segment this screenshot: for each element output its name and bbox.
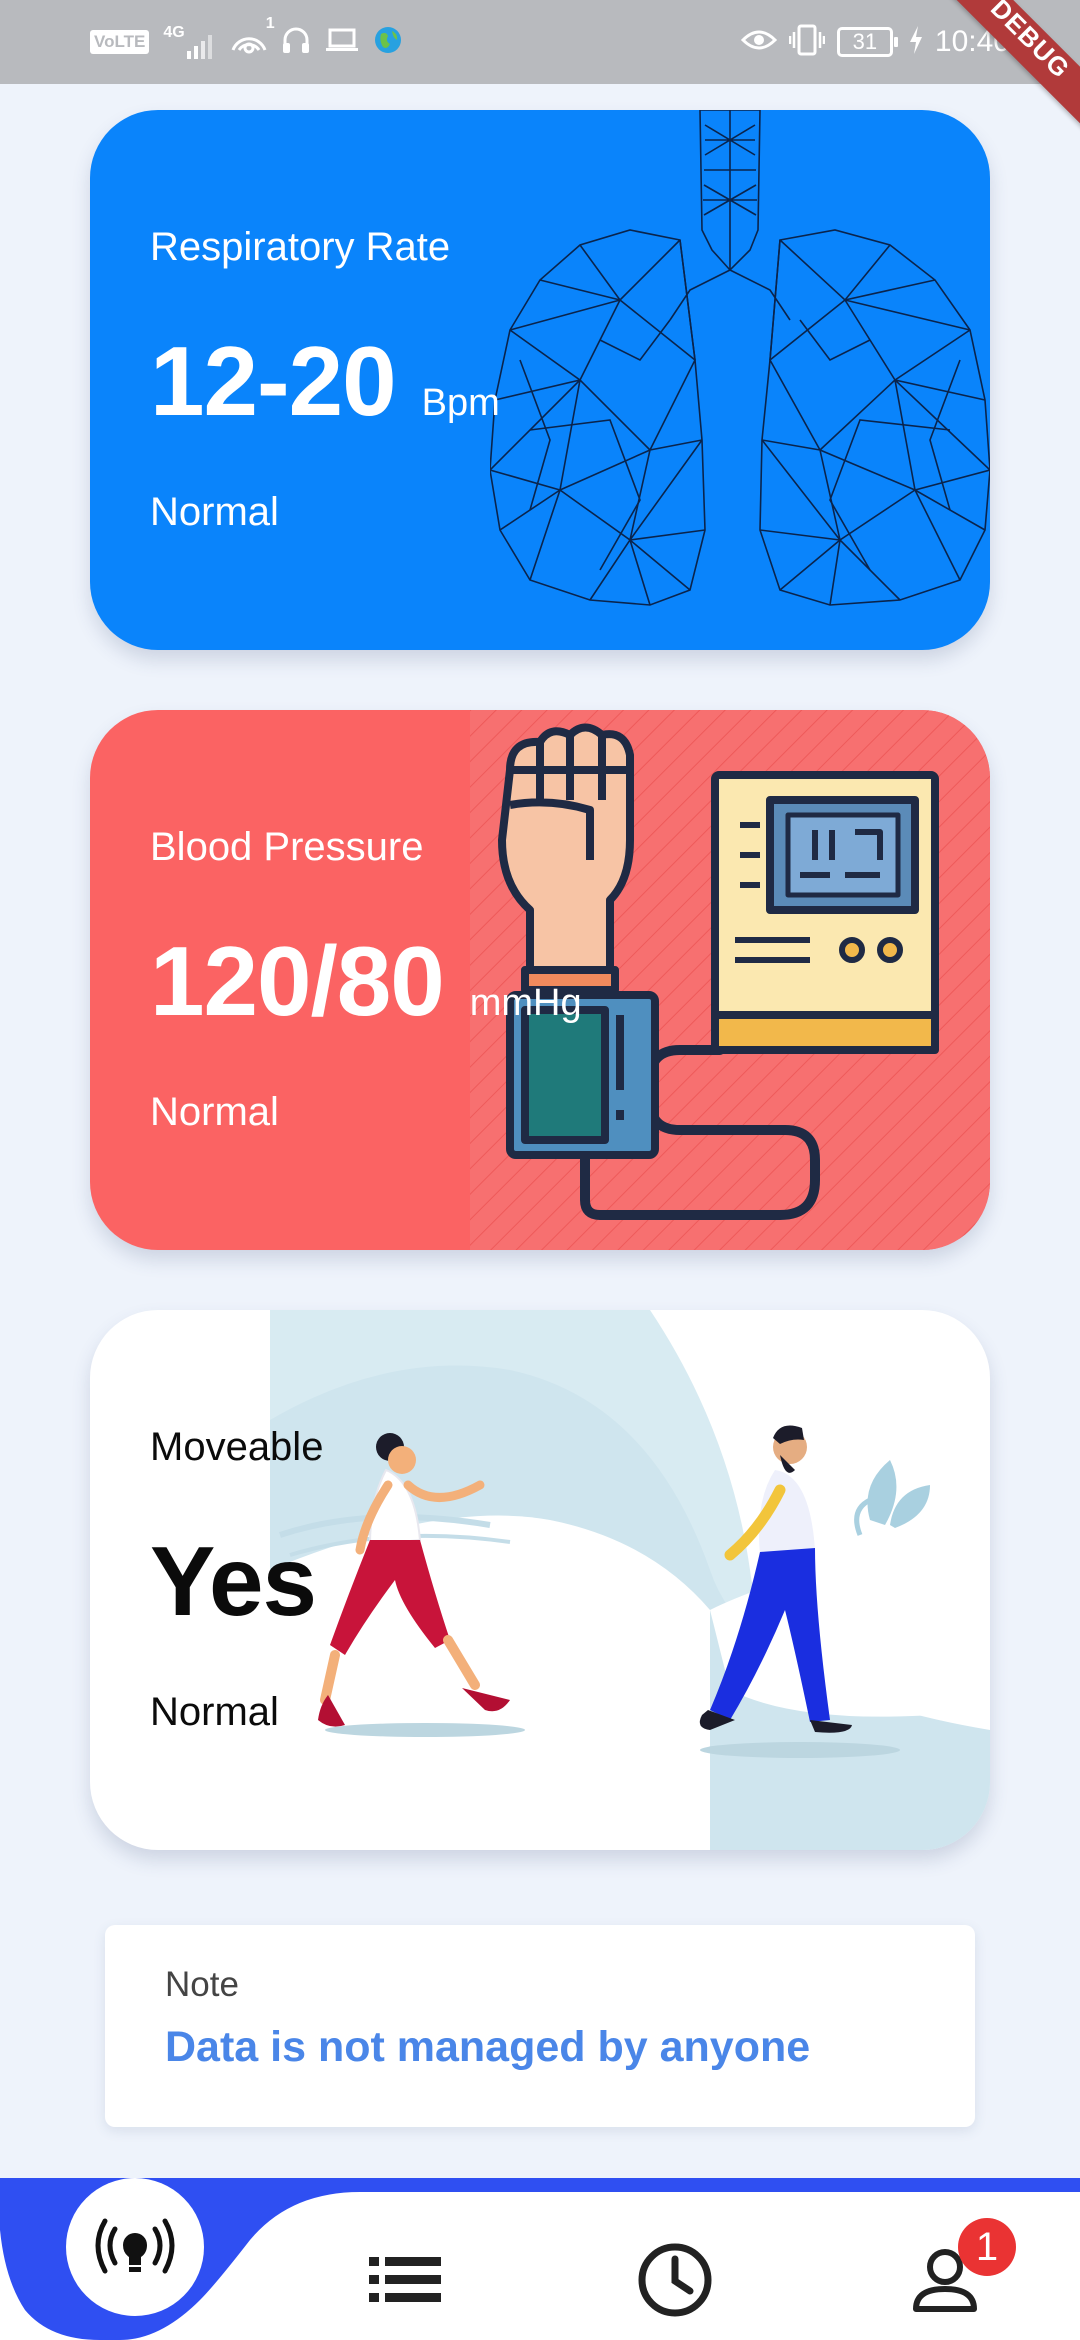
network-type: 4G	[163, 24, 185, 41]
bottom-navigation-bar: 1	[0, 2170, 1080, 2340]
nav-broadcast-button[interactable]	[66, 2178, 204, 2316]
list-icon	[369, 2257, 441, 2302]
battery-level: 31	[852, 29, 878, 54]
note-card: Note Data is not managed by anyone	[105, 1925, 975, 2127]
card-status: Normal	[150, 1090, 279, 1134]
globe-icon	[373, 25, 403, 60]
card-value-row: Yes	[150, 1525, 317, 1638]
battery-icon: 31	[836, 27, 898, 57]
laptop-icon	[325, 27, 359, 58]
blood-pressure-card[interactable]: Blood Pressure 120/80 mmHg Normal	[90, 710, 990, 1250]
card-value-row: 120/80 mmHg	[150, 925, 582, 1038]
card-value: Yes	[150, 1526, 317, 1636]
nav-history-button[interactable]	[625, 2230, 725, 2330]
volte-indicator: VoLTE	[90, 30, 150, 54]
notification-badge: 1	[958, 2218, 1016, 2276]
hotspot-icon: 1	[231, 15, 275, 61]
card-value: 12-20	[150, 326, 397, 436]
nav-profile-button[interactable]: 1	[895, 2218, 1016, 2330]
card-value: 120/80	[150, 926, 445, 1036]
card-label: Moveable	[150, 1425, 324, 1469]
eye-icon	[740, 27, 778, 58]
card-label: Blood Pressure	[150, 825, 424, 869]
charging-icon	[909, 25, 923, 59]
clock-icon	[638, 2243, 712, 2317]
note-text: Data is not managed by anyone	[165, 2023, 811, 2071]
card-unit: mmHg	[469, 982, 582, 1024]
lungs-icon	[490, 110, 990, 606]
note-label: Note	[165, 1965, 239, 2004]
broadcast-icon	[95, 2218, 175, 2274]
headphones-icon	[281, 25, 311, 60]
card-label: Respiratory Rate	[150, 225, 451, 269]
moveable-card[interactable]: Moveable Yes Normal	[90, 1310, 990, 1850]
signal-icon: 4G	[163, 25, 216, 59]
status-bar: VoLTE 4G 1 31 10:40	[0, 0, 1080, 84]
card-value-row: 12-20 Bpm	[150, 325, 500, 438]
nav-list-button[interactable]	[355, 2240, 455, 2320]
respiratory-rate-card[interactable]: Respiratory Rate 12-20 Bpm Normal	[90, 110, 990, 650]
card-unit: Bpm	[421, 382, 500, 424]
hotspot-count: 1	[265, 14, 275, 32]
card-status: Normal	[150, 490, 279, 534]
vibrate-icon	[788, 24, 826, 61]
status-bar-left: VoLTE 4G 1	[90, 15, 403, 62]
status-bar-right: 31 10:40	[740, 22, 1010, 62]
card-status: Normal	[150, 1690, 279, 1734]
